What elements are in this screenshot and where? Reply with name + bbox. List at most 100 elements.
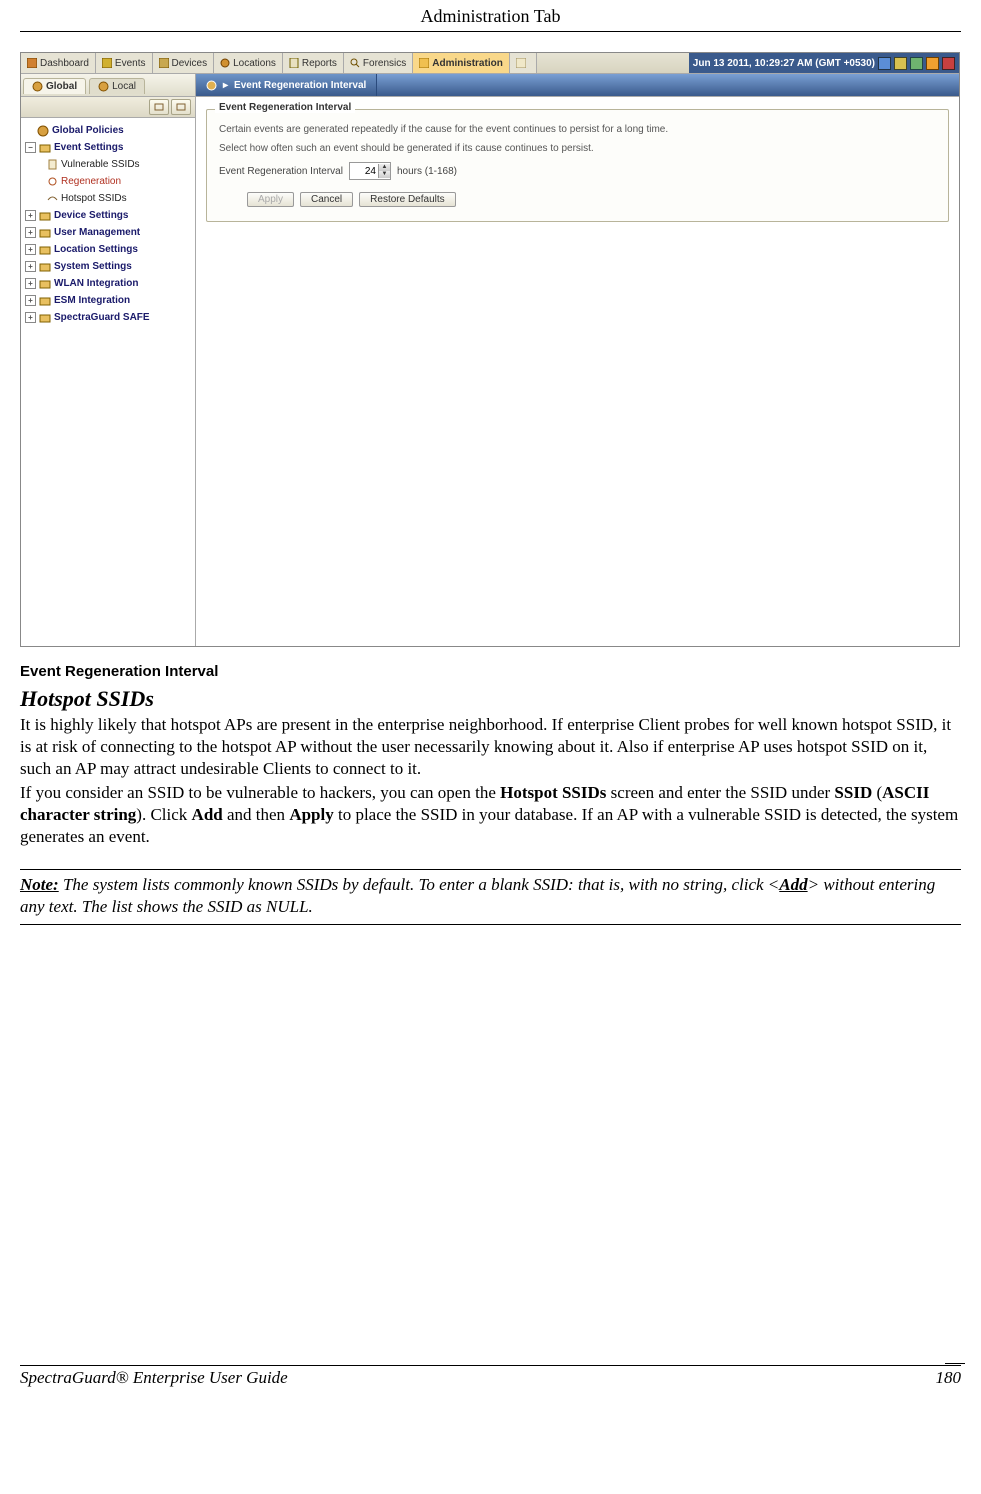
tab-label: Events	[115, 58, 146, 69]
body-paragraph-2: If you consider an SSID to be vulnerable…	[20, 782, 961, 848]
expand-icon[interactable]: +	[25, 295, 36, 306]
globe-icon	[98, 81, 109, 92]
interval-units: hours (1-168)	[397, 166, 457, 177]
locations-icon	[220, 58, 230, 68]
interval-input[interactable]	[350, 164, 378, 178]
status-icon[interactable]	[910, 57, 923, 70]
scope-tabs: Global Local	[21, 74, 196, 96]
interval-spinner[interactable]: ▲ ▼	[349, 162, 391, 180]
figure-caption: Event Regeneration Interval	[20, 663, 961, 680]
folder-icon	[39, 278, 51, 290]
tab-label: Administration	[432, 58, 503, 69]
folder-icon	[39, 312, 51, 324]
cancel-button[interactable]: Cancel	[300, 192, 353, 207]
spinner-up-icon[interactable]: ▲	[378, 164, 390, 171]
note-label: Note:	[20, 875, 59, 894]
body-paragraph-1: It is highly likely that hotspot APs are…	[20, 714, 961, 780]
tree-esm-integration[interactable]: + ESM Integration	[23, 292, 193, 309]
expand-icon[interactable]: +	[25, 312, 36, 323]
restore-defaults-button[interactable]: Restore Defaults	[359, 192, 455, 207]
regeneration-fieldset: Event Regeneration Interval Certain even…	[206, 109, 949, 222]
status-icon[interactable]	[926, 57, 939, 70]
page-footer: SpectraGuard® Enterprise User Guide 180	[20, 1365, 961, 1388]
tree-wlan-integration[interactable]: + WLAN Integration	[23, 275, 193, 292]
footer-title: SpectraGuard® Enterprise User Guide	[20, 1368, 288, 1388]
home-icon	[206, 80, 217, 91]
forensics-icon	[350, 58, 360, 68]
tree-label: Global Policies	[52, 123, 124, 138]
gear-icon	[47, 176, 58, 187]
tree-label: SpectraGuard SAFE	[54, 310, 150, 325]
scope-label: Global	[46, 81, 77, 92]
section-title: Hotspot SSIDs	[20, 686, 961, 712]
tab-locations[interactable]: Locations	[214, 53, 283, 73]
tree-label: User Management	[54, 225, 140, 240]
folder-icon	[39, 142, 51, 154]
status-icon[interactable]	[878, 57, 891, 70]
expand-icon[interactable]: +	[25, 261, 36, 272]
status-icon[interactable]	[942, 57, 955, 70]
reports-icon	[289, 58, 299, 68]
tree-device-settings[interactable]: + Device Settings	[23, 207, 193, 224]
tree-label: WLAN Integration	[54, 276, 138, 291]
sub-bar: Global Local ▸ Event Regeneration Interv…	[21, 74, 959, 97]
tab-dashboard[interactable]: Dashboard	[21, 53, 96, 73]
expand-icon[interactable]: +	[25, 278, 36, 289]
expand-icon[interactable]: +	[25, 210, 36, 221]
tree-event-settings[interactable]: − Event Settings	[23, 139, 193, 156]
tree-vulnerable-ssids[interactable]: Vulnerable SSIDs	[23, 156, 193, 173]
scope-label: Local	[112, 81, 136, 92]
tree-label: Vulnerable SSIDs	[61, 157, 140, 172]
collapse-icon[interactable]: −	[25, 142, 36, 153]
breadcrumb-home[interactable]: ▸ Event Regeneration Interval	[196, 74, 377, 96]
sidebar: Global Policies − Event Settings Vulnera…	[21, 97, 196, 646]
tree-label: ESM Integration	[54, 293, 130, 308]
tab-devices[interactable]: Devices	[153, 53, 215, 73]
tree-system-settings[interactable]: + System Settings	[23, 258, 193, 275]
admin-icon	[419, 58, 429, 68]
folder-icon	[39, 295, 51, 307]
tab-label: Dashboard	[40, 58, 89, 69]
dashboard-icon	[27, 58, 37, 68]
tab-label: Reports	[302, 58, 337, 69]
tree-label: System Settings	[54, 259, 132, 274]
scope-local[interactable]: Local	[89, 78, 145, 94]
tree-label: Regeneration	[61, 174, 121, 189]
tree-label: Event Settings	[54, 140, 123, 155]
tree-user-management[interactable]: + User Management	[23, 224, 193, 241]
tree-hotspot-ssids[interactable]: Hotspot SSIDs	[23, 190, 193, 207]
apply-button[interactable]: Apply	[247, 192, 294, 207]
collapse-all-button[interactable]	[171, 99, 191, 115]
tree-location-settings[interactable]: + Location Settings	[23, 241, 193, 258]
interval-label: Event Regeneration Interval	[219, 166, 343, 177]
top-tab-bar: Dashboard Events Devices Locations Repor…	[21, 53, 959, 74]
page-header: Administration Tab	[20, 0, 961, 32]
sidebar-toolbar	[21, 97, 195, 118]
tab-label: Forensics	[363, 58, 406, 69]
tree-regeneration[interactable]: Regeneration	[23, 173, 193, 190]
tab-forensics[interactable]: Forensics	[344, 53, 413, 73]
content-panel: Event Regeneration Interval Certain even…	[196, 97, 959, 646]
breadcrumb-label: Event Regeneration Interval	[234, 80, 366, 91]
globe-icon	[37, 125, 49, 137]
page-number: 180	[936, 1368, 962, 1388]
folder-icon	[39, 210, 51, 222]
tree-root[interactable]: Global Policies	[23, 122, 193, 139]
tree-spectraguard-safe[interactable]: + SpectraGuard SAFE	[23, 309, 193, 326]
expand-all-button[interactable]	[149, 99, 169, 115]
tab-events[interactable]: Events	[96, 53, 153, 73]
tab-reports[interactable]: Reports	[283, 53, 344, 73]
scope-global[interactable]: Global	[23, 78, 86, 94]
fieldset-legend: Event Regeneration Interval	[215, 102, 355, 113]
spinner-down-icon[interactable]: ▼	[378, 171, 390, 178]
devices-icon	[159, 58, 169, 68]
tab-extra[interactable]	[510, 53, 537, 73]
nav-tree: Global Policies − Event Settings Vulnera…	[21, 118, 195, 646]
tab-administration[interactable]: Administration	[413, 53, 510, 73]
interval-row: Event Regeneration Interval ▲ ▼ hours (1…	[219, 162, 936, 180]
expand-icon[interactable]: +	[25, 244, 36, 255]
panel-description-2: Select how often such an event should be…	[219, 143, 936, 154]
expand-icon[interactable]: +	[25, 227, 36, 238]
status-icon[interactable]	[894, 57, 907, 70]
app-screenshot: Dashboard Events Devices Locations Repor…	[20, 52, 960, 647]
